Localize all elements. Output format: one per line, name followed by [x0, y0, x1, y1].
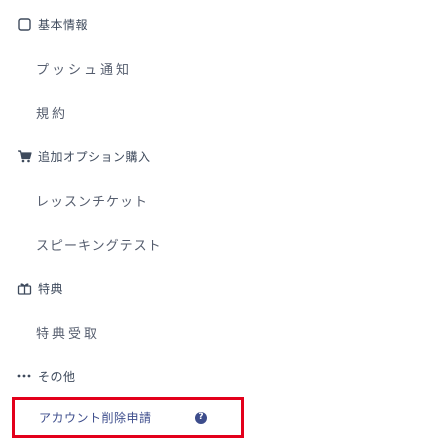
- menu-item-account-deletion[interactable]: アカウント削除申請 ?: [12, 397, 244, 438]
- ellipsis-icon: [16, 368, 32, 384]
- section-benefits[interactable]: 特典: [16, 266, 63, 310]
- section-other[interactable]: その他: [16, 354, 76, 398]
- section-label: 特典: [38, 281, 64, 296]
- menu-item-label: アカウント削除申請: [39, 411, 152, 425]
- menu-item-label: 規約: [36, 106, 69, 122]
- section-label: 追加オプション購入: [38, 149, 151, 164]
- square-outline-icon: [16, 16, 32, 32]
- menu-item-label: レッスンチケット: [36, 194, 149, 210]
- menu-item-push-notification[interactable]: プッシュ通知: [36, 46, 132, 90]
- section-additional-options[interactable]: 追加オプション購入: [16, 134, 151, 178]
- section-basic-info[interactable]: 基本情報: [16, 2, 88, 46]
- menu-item-speaking-test[interactable]: スピーキングテスト: [36, 222, 162, 266]
- menu-item-label: 特典受取: [36, 326, 101, 342]
- menu-item-label: スピーキングテスト: [36, 238, 162, 254]
- menu-item-label: プッシュ通知: [36, 62, 133, 78]
- menu-item-lesson-ticket[interactable]: レッスンチケット: [36, 178, 148, 222]
- section-label: その他: [38, 369, 76, 384]
- section-label: 基本情報: [38, 17, 89, 32]
- cart-icon: [16, 148, 32, 164]
- question-circle-icon[interactable]: ?: [195, 411, 207, 424]
- menu-item-terms[interactable]: 規約: [36, 90, 68, 134]
- gift-icon: [16, 280, 32, 296]
- menu-item-benefit-receive[interactable]: 特典受取: [36, 310, 100, 354]
